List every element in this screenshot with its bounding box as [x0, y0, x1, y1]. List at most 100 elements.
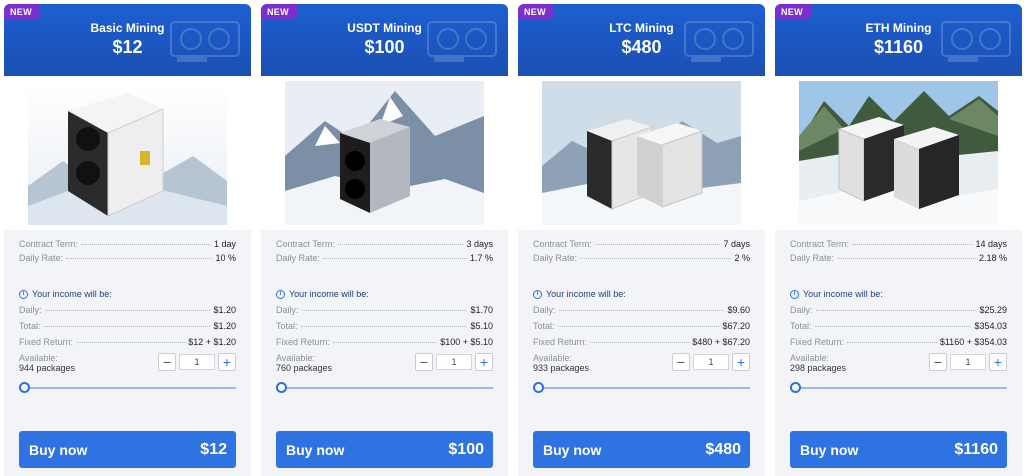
- dotted-leader: [43, 326, 211, 327]
- total-income-value: $67.20: [722, 321, 750, 331]
- fixed-return-row: Fixed Return: $1160 + $354.03: [790, 337, 1007, 353]
- income-title-text: Your income will be:: [289, 289, 369, 299]
- quantity-stepper: − 1 +: [672, 353, 750, 371]
- plus-icon[interactable]: +: [475, 353, 493, 371]
- plus-icon[interactable]: +: [732, 353, 750, 371]
- quantity-stepper: − 1 +: [158, 353, 236, 371]
- minus-icon[interactable]: −: [672, 353, 690, 371]
- slider-track[interactable]: [23, 387, 236, 389]
- plan-price: $480: [621, 37, 662, 57]
- availability-row: Available: 944 packages − 1 +: [19, 353, 236, 373]
- contract-term-value: 3 days: [466, 239, 493, 249]
- slider-handle[interactable]: [790, 382, 801, 393]
- info-circle-icon: i: [533, 289, 542, 299]
- total-income-value: $354.03: [974, 321, 1007, 331]
- available-label: Available:: [276, 353, 315, 363]
- minus-icon[interactable]: −: [415, 353, 433, 371]
- quantity-input[interactable]: 1: [179, 354, 215, 370]
- daily-income-value: $1.70: [470, 305, 493, 315]
- plan-header: NEW LTC Mining $480: [518, 4, 765, 76]
- buy-now-button[interactable]: Buy now $12: [19, 431, 236, 468]
- dotted-leader: [837, 258, 976, 259]
- contract-term-label: Contract Term:: [790, 239, 849, 249]
- daily-rate-label: Daily Rate:: [19, 253, 64, 263]
- plus-icon[interactable]: +: [989, 353, 1007, 371]
- daily-income-value: $9.60: [727, 305, 750, 315]
- contract-term-value: 14 days: [975, 239, 1007, 249]
- contract-term-row: Contract Term: 1 day: [19, 239, 236, 253]
- dotted-leader: [851, 244, 973, 245]
- plan-card-basic: NEW Basic Mining $12 Contract Term: 1 day…: [4, 4, 251, 476]
- slider-track[interactable]: [537, 387, 750, 389]
- daily-rate-label: Daily Rate:: [790, 253, 835, 263]
- buy-now-button[interactable]: Buy now $100: [276, 431, 493, 468]
- availability-text: Available: 298 packages: [790, 353, 846, 373]
- plans-row: NEW Basic Mining $12 Contract Term: 1 day…: [0, 0, 1024, 476]
- buy-now-price: $12: [200, 440, 227, 458]
- total-income-row: Total: $67.20: [533, 321, 750, 337]
- fixed-return-value: $100 + $5.10: [440, 337, 493, 347]
- available-count: 944 packages: [19, 363, 76, 373]
- dotted-leader: [814, 326, 972, 327]
- fixed-return-label: Fixed Return:: [790, 337, 845, 347]
- quantity-input[interactable]: 1: [436, 354, 472, 370]
- daily-rate-value: 2 %: [734, 253, 750, 263]
- quantity-slider[interactable]: [276, 381, 493, 395]
- income-title: i Your income will be:: [790, 289, 1007, 299]
- daily-rate-row: Daily Rate: 10 %: [19, 253, 236, 267]
- daily-rate-row: Daily Rate: 1.7 %: [276, 253, 493, 267]
- availability-text: Available: 933 packages: [533, 353, 589, 373]
- slider-track[interactable]: [794, 387, 1007, 389]
- miner-product-image: [28, 81, 227, 225]
- fixed-return-row: Fixed Return: $480 + $67.20: [533, 337, 750, 353]
- quantity-input[interactable]: 1: [693, 354, 729, 370]
- plus-icon[interactable]: +: [218, 353, 236, 371]
- quantity-slider[interactable]: [533, 381, 750, 395]
- fixed-return-row: Fixed Return: $12 + $1.20: [19, 337, 236, 353]
- available-count: 760 packages: [276, 363, 333, 373]
- available-label: Available:: [790, 353, 829, 363]
- dotted-leader: [594, 244, 721, 245]
- daily-rate-row: Daily Rate: 2.18 %: [790, 253, 1007, 267]
- daily-rate-value: 2.18 %: [978, 253, 1007, 263]
- income-title: i Your income will be:: [19, 289, 236, 299]
- daily-income-label: Daily:: [790, 305, 813, 315]
- daily-income-label: Daily:: [533, 305, 556, 315]
- total-income-row: Total: $354.03: [790, 321, 1007, 337]
- slider-handle[interactable]: [19, 382, 30, 393]
- quantity-slider[interactable]: [19, 381, 236, 395]
- fixed-return-label: Fixed Return:: [533, 337, 588, 347]
- product-image-area: [4, 76, 251, 230]
- contract-term-label: Contract Term:: [19, 239, 78, 249]
- total-income-label: Total:: [533, 321, 555, 331]
- minus-icon[interactable]: −: [929, 353, 947, 371]
- product-image-area: [261, 76, 508, 230]
- dotted-leader: [300, 326, 468, 327]
- buy-now-price: $480: [705, 440, 741, 458]
- slider-handle[interactable]: [276, 382, 287, 393]
- fixed-return-label: Fixed Return:: [276, 337, 331, 347]
- contract-term-row: Contract Term: 14 days: [790, 239, 1007, 253]
- buy-now-button[interactable]: Buy now $480: [533, 431, 750, 468]
- slider-handle[interactable]: [533, 382, 544, 393]
- dotted-leader: [333, 342, 438, 343]
- daily-income-row: Daily: $1.70: [276, 305, 493, 321]
- product-image-area: [775, 76, 1022, 230]
- info-circle-icon: i: [19, 289, 28, 299]
- quantity-slider[interactable]: [790, 381, 1007, 395]
- miner-product-image: [542, 81, 741, 225]
- fixed-return-label: Fixed Return:: [19, 337, 74, 347]
- contract-term-value: 7 days: [723, 239, 750, 249]
- buy-now-label: Buy now: [543, 441, 602, 458]
- available-count: 298 packages: [790, 363, 847, 373]
- info-circle-icon: i: [790, 289, 799, 299]
- quantity-input[interactable]: 1: [950, 354, 986, 370]
- daily-rate-label: Daily Rate:: [276, 253, 321, 263]
- contract-term-row: Contract Term: 3 days: [276, 239, 493, 253]
- slider-track[interactable]: [280, 387, 493, 389]
- minus-icon[interactable]: −: [158, 353, 176, 371]
- buy-now-button[interactable]: Buy now $1160: [790, 431, 1007, 468]
- availability-row: Available: 933 packages − 1 +: [533, 353, 750, 373]
- income-title-text: Your income will be:: [32, 289, 112, 299]
- plan-header: NEW Basic Mining $12: [4, 4, 251, 76]
